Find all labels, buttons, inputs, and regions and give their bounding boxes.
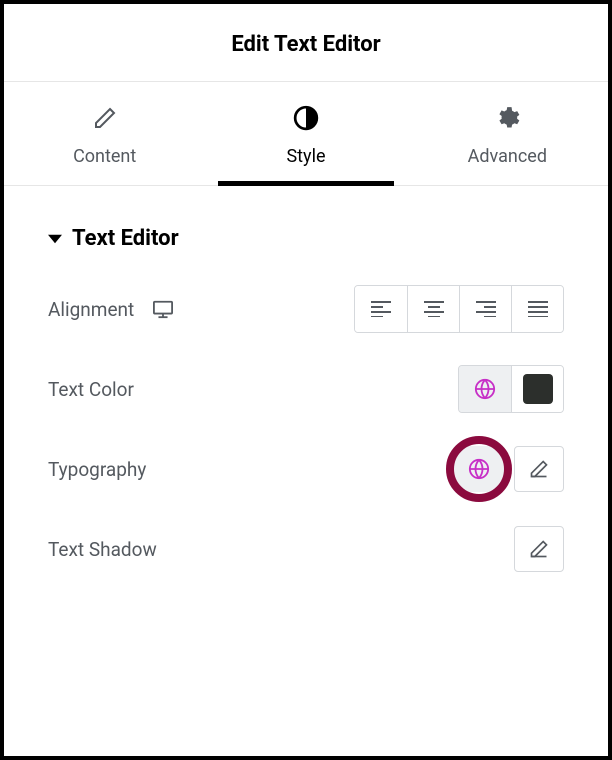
- panel-title: Edit Text Editor: [4, 32, 608, 57]
- row-text-shadow: Text Shadow: [48, 525, 564, 573]
- row-label: Text Color: [48, 378, 134, 401]
- global-color-button[interactable]: [459, 366, 511, 412]
- alignment-label: Alignment: [48, 298, 134, 321]
- alignment-buttons: [354, 285, 564, 333]
- desktop-icon[interactable]: [152, 299, 174, 319]
- row-label: Text Shadow: [48, 538, 157, 561]
- pencil-icon: [529, 459, 549, 479]
- typography-label: Typography: [48, 458, 146, 481]
- global-typography-button[interactable]: [454, 446, 504, 492]
- align-center-button[interactable]: [407, 286, 459, 332]
- tab-label: Style: [286, 146, 325, 167]
- panel-header: Edit Text Editor: [4, 4, 608, 82]
- tab-style[interactable]: Style: [205, 82, 406, 185]
- edit-text-shadow-button[interactable]: [514, 526, 564, 572]
- globe-icon: [474, 378, 496, 400]
- text-shadow-label: Text Shadow: [48, 538, 157, 561]
- tab-label: Advanced: [468, 146, 547, 167]
- tab-label: Content: [73, 146, 136, 167]
- row-label: Typography: [48, 458, 146, 481]
- tab-advanced[interactable]: Advanced: [407, 82, 608, 185]
- pencil-icon: [91, 104, 119, 132]
- color-swatch: [523, 374, 553, 404]
- text-color-controls: [458, 365, 564, 413]
- globe-icon: [468, 458, 490, 480]
- edit-typography-button[interactable]: [514, 446, 564, 492]
- align-left-button[interactable]: [355, 286, 407, 332]
- gear-icon: [493, 104, 521, 132]
- color-swatch-button[interactable]: [511, 366, 563, 412]
- half-circle-icon: [292, 104, 320, 132]
- row-typography: Typography: [48, 445, 564, 493]
- section-header[interactable]: Text Editor: [48, 226, 564, 251]
- row-alignment: Alignment: [48, 285, 564, 333]
- row-text-color: Text Color: [48, 365, 564, 413]
- section-title: Text Editor: [72, 226, 179, 251]
- typography-controls: [454, 446, 564, 492]
- row-label: Alignment: [48, 298, 174, 321]
- pencil-icon: [529, 539, 549, 559]
- section-text-editor: Text Editor Alignment: [4, 186, 608, 573]
- text-color-label: Text Color: [48, 378, 134, 401]
- tabs: Content Style Advanced: [4, 82, 608, 186]
- tab-content[interactable]: Content: [4, 82, 205, 185]
- align-right-button[interactable]: [459, 286, 511, 332]
- caret-down-icon: [48, 232, 62, 246]
- align-justify-button[interactable]: [511, 286, 563, 332]
